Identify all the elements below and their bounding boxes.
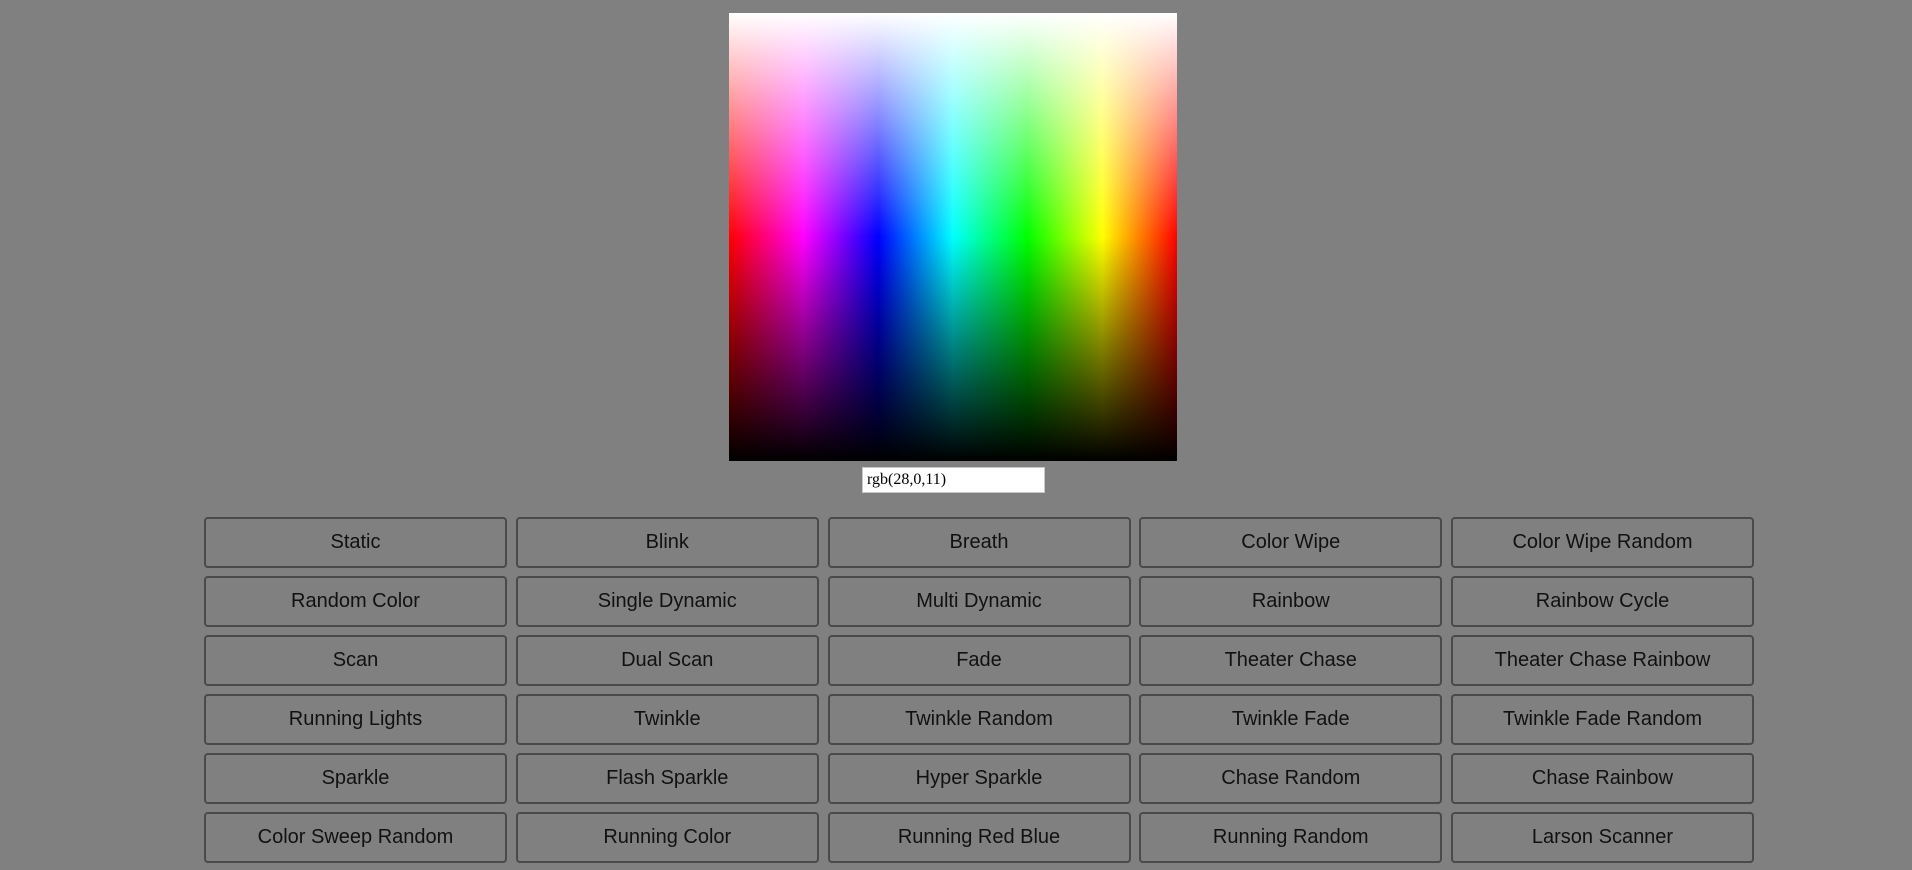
mode-button-rainbow-cycle[interactable]: Rainbow Cycle (1451, 576, 1754, 627)
mode-button-twinkle-random[interactable]: Twinkle Random (827, 694, 1131, 745)
mode-button-chase-rainbow[interactable]: Chase Rainbow (1451, 753, 1754, 804)
color-value-input[interactable] (862, 467, 1045, 493)
mode-button-fade[interactable]: Fade (827, 635, 1131, 686)
mode-button-single-dynamic[interactable]: Single Dynamic (515, 576, 819, 627)
mode-button-sparkle[interactable]: Sparkle (204, 753, 507, 804)
mode-button-random-color[interactable]: Random Color (204, 576, 507, 627)
mode-button-flash-sparkle[interactable]: Flash Sparkle (515, 753, 819, 804)
mode-button-running-random[interactable]: Running Random (1139, 812, 1443, 863)
mode-button-scan[interactable]: Scan (204, 635, 507, 686)
mode-button-color-wipe-random[interactable]: Color Wipe Random (1451, 517, 1754, 568)
mode-button-grid: Static Blink Breath Color Wipe Color Wip… (204, 517, 1754, 863)
color-picker-canvas[interactable] (729, 13, 1177, 461)
mode-button-twinkle-fade-random[interactable]: Twinkle Fade Random (1451, 694, 1754, 745)
mode-button-color-wipe[interactable]: Color Wipe (1139, 517, 1443, 568)
black-gradient (729, 13, 1177, 461)
mode-button-twinkle[interactable]: Twinkle (515, 694, 819, 745)
mode-button-rainbow[interactable]: Rainbow (1139, 576, 1443, 627)
mode-button-running-red-blue[interactable]: Running Red Blue (827, 812, 1131, 863)
mode-button-dual-scan[interactable]: Dual Scan (515, 635, 819, 686)
mode-button-static[interactable]: Static (204, 517, 507, 568)
mode-button-chase-random[interactable]: Chase Random (1139, 753, 1443, 804)
mode-button-running-color[interactable]: Running Color (515, 812, 819, 863)
mode-button-larson-scanner[interactable]: Larson Scanner (1451, 812, 1754, 863)
mode-button-theater-chase[interactable]: Theater Chase (1139, 635, 1443, 686)
mode-button-multi-dynamic[interactable]: Multi Dynamic (827, 576, 1131, 627)
mode-button-blink[interactable]: Blink (515, 517, 819, 568)
mode-button-theater-chase-rainbow[interactable]: Theater Chase Rainbow (1451, 635, 1754, 686)
mode-button-breath[interactable]: Breath (827, 517, 1131, 568)
mode-button-twinkle-fade[interactable]: Twinkle Fade (1139, 694, 1443, 745)
mode-button-hyper-sparkle[interactable]: Hyper Sparkle (827, 753, 1131, 804)
mode-button-color-sweep-random[interactable]: Color Sweep Random (204, 812, 507, 863)
mode-button-running-lights[interactable]: Running Lights (204, 694, 507, 745)
